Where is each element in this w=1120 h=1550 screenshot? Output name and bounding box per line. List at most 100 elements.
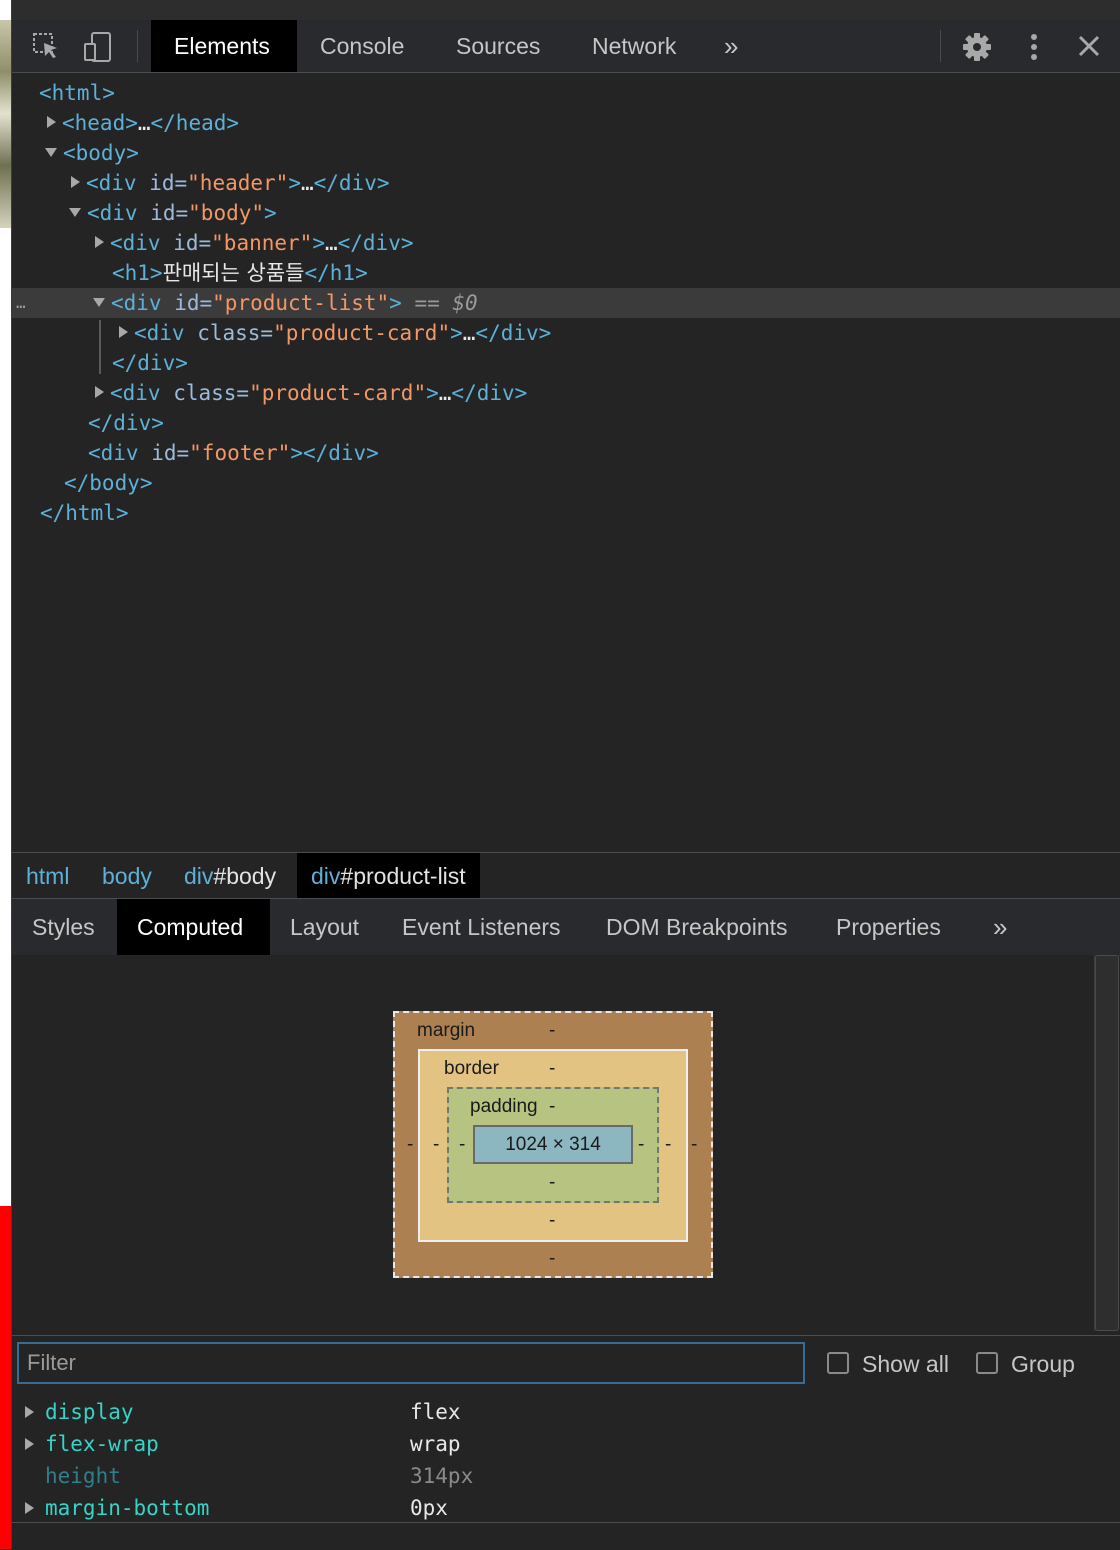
attr-name: id= <box>136 171 188 195</box>
property-value: flex <box>410 1400 461 1424</box>
more-tabs-icon[interactable]: » <box>701 20 761 72</box>
expand-arrow-icon[interactable] <box>25 1406 34 1418</box>
breadcrumb-item-div-body[interactable]: div#body <box>170 853 290 899</box>
dom-node-div-product-card[interactable]: <div class="product-card">…</div> <box>12 318 1120 348</box>
tab-computed[interactable]: Computed <box>117 899 270 955</box>
padding-label: padding <box>470 1096 538 1117</box>
dom-node-close-body[interactable]: </body> <box>12 468 1120 498</box>
breadcrumb: html body div#body div#product-list <box>12 852 1120 899</box>
attr-value: "product-card" <box>249 381 427 405</box>
property-name: flex-wrap <box>45 1432 159 1456</box>
dom-node-body[interactable]: <body> <box>12 138 1120 168</box>
tab-layout[interactable]: Layout <box>270 899 379 955</box>
group-checkbox[interactable] <box>976 1352 998 1374</box>
computed-properties-list: display flex flex-wrap wrap height 314px… <box>12 1396 1120 1526</box>
tab-network[interactable]: Network <box>569 20 699 72</box>
page-image-fragment <box>0 20 11 228</box>
dom-node-close-div[interactable]: </div> <box>12 408 1120 438</box>
margin-right-value[interactable]: - <box>691 1134 697 1156</box>
dom-node-div-product-card[interactable]: <div class="product-card">…</div> <box>12 378 1120 408</box>
computed-property-row[interactable]: flex-wrap wrap <box>12 1428 1120 1460</box>
bottom-edge <box>12 1522 1120 1550</box>
box-model-content[interactable]: 1024 × 314 <box>473 1125 633 1164</box>
expand-arrow-icon[interactable] <box>119 326 128 338</box>
padding-left-value[interactable]: - <box>459 1134 465 1156</box>
div-close-tag: </div> <box>475 321 552 345</box>
filter-input[interactable]: Filter <box>17 1342 805 1384</box>
padding-top-value[interactable]: - <box>549 1096 555 1118</box>
margin-left-value[interactable]: - <box>407 1134 413 1156</box>
html-close-tag: </html> <box>40 501 129 525</box>
div-close-tag: </div> <box>313 171 390 195</box>
body-open-tag: <body> <box>63 141 139 165</box>
margin-bottom-value[interactable]: - <box>549 1248 555 1270</box>
dom-node-head[interactable]: <head>…</head> <box>12 108 1120 138</box>
div-tag: <div <box>110 381 161 405</box>
computed-property-row[interactable]: height 314px <box>12 1460 1120 1492</box>
div-tag: <div <box>111 291 162 315</box>
breadcrumb-item-html[interactable]: html <box>12 853 83 899</box>
border-top-value[interactable]: - <box>549 1058 555 1080</box>
tab-dom-breakpoints[interactable]: DOM Breakpoints <box>586 899 808 955</box>
head-open-tag: <head> <box>62 111 138 135</box>
show-all-label[interactable]: Show all <box>862 1336 949 1392</box>
page-preview-strip <box>0 0 11 1549</box>
div-tag: <div <box>134 321 185 345</box>
attr-value: "body" <box>188 201 265 225</box>
collapse-arrow-icon[interactable] <box>69 207 81 217</box>
tab-sources[interactable]: Sources <box>433 20 563 72</box>
tab-properties[interactable]: Properties <box>816 899 961 955</box>
close-icon[interactable] <box>1076 32 1104 60</box>
border-left-value[interactable]: - <box>433 1134 439 1156</box>
group-label[interactable]: Group <box>1011 1336 1075 1392</box>
node-actions-ellipsis[interactable]: … <box>16 288 26 318</box>
dom-node-h1[interactable]: <h1>판매되는 상품들</h1> <box>12 258 1120 288</box>
breadcrumb-rest: #product-list <box>340 863 466 889</box>
dom-node-close-html[interactable]: </html> <box>12 498 1120 528</box>
expand-arrow-icon[interactable] <box>95 236 104 248</box>
html-open-tag: <html> <box>39 81 115 105</box>
dom-node-close-div[interactable]: </div> <box>12 348 1120 378</box>
padding-right-value[interactable]: - <box>638 1134 644 1156</box>
border-right-value[interactable]: - <box>665 1134 671 1156</box>
margin-top-value[interactable]: - <box>549 1020 555 1042</box>
dom-node-div-header[interactable]: <div id="header">…</div> <box>12 168 1120 198</box>
scrollbar-thumb[interactable] <box>1095 955 1119 1331</box>
computed-property-row[interactable]: display flex <box>12 1396 1120 1428</box>
tab-styles[interactable]: Styles <box>12 899 115 955</box>
collapse-arrow-icon[interactable] <box>93 297 105 307</box>
breadcrumb-item-div-product-list[interactable]: div#product-list <box>297 853 480 899</box>
show-all-checkbox[interactable] <box>827 1352 849 1374</box>
border-bottom-value[interactable]: - <box>549 1210 555 1232</box>
padding-bottom-value[interactable]: - <box>549 1172 555 1194</box>
div-tag: <div <box>110 231 161 255</box>
device-toggle-icon[interactable] <box>84 32 112 62</box>
scrollbar[interactable] <box>1094 955 1119 1331</box>
tab-elements[interactable]: Elements <box>151 20 297 72</box>
computed-property-row[interactable]: margin-bottom 0px <box>12 1492 1120 1524</box>
dom-node-div-banner[interactable]: <div id="banner">…</div> <box>12 228 1120 258</box>
expand-arrow-icon[interactable] <box>71 176 80 188</box>
more-tabs-icon[interactable]: » <box>973 899 1027 955</box>
collapse-arrow-icon[interactable] <box>45 147 57 157</box>
tab-event-listeners[interactable]: Event Listeners <box>382 899 581 955</box>
attr-name: id= <box>161 291 213 315</box>
attr-value: "footer" <box>189 441 291 465</box>
inspect-element-icon[interactable] <box>32 32 60 60</box>
dom-node-div-product-list-selected[interactable]: … <div id="product-list"> == $0 <box>12 288 1120 318</box>
tag-bracket: > <box>312 231 325 255</box>
tag-bracket: > <box>450 321 463 345</box>
kebab-menu-icon[interactable] <box>1024 32 1052 60</box>
attr-name: id= <box>138 441 190 465</box>
tab-console[interactable]: Console <box>297 20 427 72</box>
expand-arrow-icon[interactable] <box>25 1502 34 1514</box>
expand-arrow-icon[interactable] <box>47 116 56 128</box>
expand-arrow-icon[interactable] <box>25 1438 34 1450</box>
expand-arrow-icon[interactable] <box>95 386 104 398</box>
dom-node-div-footer[interactable]: <div id="footer"></div> <box>12 438 1120 468</box>
dom-node-html[interactable]: <html> <box>12 78 1120 108</box>
settings-gear-icon[interactable] <box>962 32 991 61</box>
dom-node-div-body[interactable]: <div id="body"> <box>12 198 1120 228</box>
tag-bracket: > <box>288 171 301 195</box>
breadcrumb-item-body[interactable]: body <box>88 853 166 899</box>
